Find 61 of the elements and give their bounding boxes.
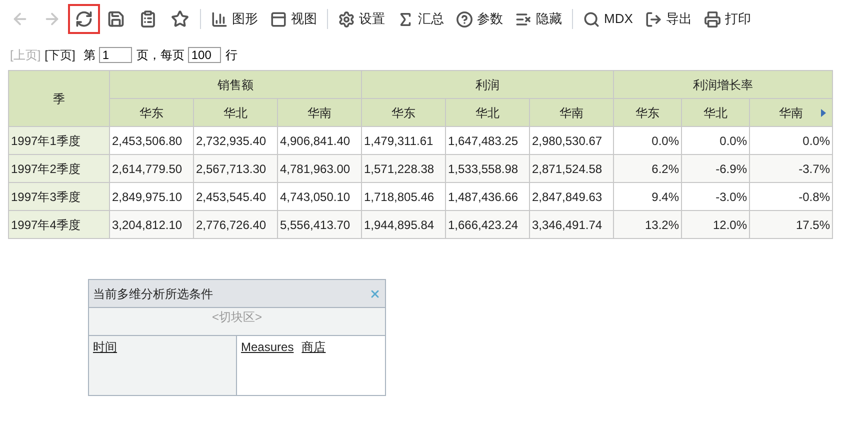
table-cell: 3,204,812.10 <box>110 210 194 238</box>
column-header: 华北 <box>446 98 530 126</box>
toolbar-button[interactable]: 参数 <box>450 4 509 34</box>
toolbar-button[interactable]: 设置 <box>332 4 391 34</box>
column-header: 华南 <box>750 98 832 126</box>
column-header: 华北 <box>194 98 278 126</box>
clipboard-icon <box>139 10 157 28</box>
toolbar-button[interactable]: 汇总 <box>391 4 450 34</box>
list-x-icon <box>515 10 532 28</box>
table-cell: 2,776,726.40 <box>194 210 278 238</box>
toolbar-button[interactable]: 视图 <box>264 4 323 34</box>
column-header: 华东 <box>614 98 682 126</box>
column-header: 华东 <box>110 98 194 126</box>
page-field[interactable]: 1 <box>99 47 132 63</box>
toolbar-button[interactable] <box>68 4 100 34</box>
column-header: 华南 <box>530 98 614 126</box>
rows-label: 行 <box>225 47 238 64</box>
printer-icon <box>704 10 721 28</box>
window-icon <box>270 10 287 28</box>
column-header: 华北 <box>682 98 750 126</box>
settings-icon <box>338 10 355 28</box>
table-cell: 13.2% <box>614 210 682 238</box>
table-cell: 12.0% <box>682 210 750 238</box>
question-icon <box>456 10 473 28</box>
table-cell: 1,944,895.84 <box>362 210 446 238</box>
bar-chart-icon <box>211 10 228 28</box>
row-header: 1997年3季度 <box>8 182 110 210</box>
refresh-icon <box>75 10 93 28</box>
table-cell: 1,666,423.24 <box>446 210 530 238</box>
dimension-link[interactable]: 商店 <box>302 338 326 356</box>
column-header: 利润 <box>362 70 614 98</box>
toolbar-button[interactable]: 隐藏 <box>509 4 568 34</box>
page-label: 第 <box>83 47 96 64</box>
per-page-label: 页，每页 <box>136 47 184 64</box>
column-header: 利润增长率 <box>614 70 832 98</box>
column-header: 华南 <box>278 98 362 126</box>
panel-title: 当前多维分析所选条件 <box>93 286 213 302</box>
row-header: 1997年2季度 <box>8 154 110 182</box>
toolbar-button[interactable]: 导出 <box>638 4 698 34</box>
column-header: 季 <box>8 70 110 126</box>
table-cell: 5,556,413.70 <box>278 210 362 238</box>
row-header: 1997年1季度 <box>8 126 110 154</box>
row-header: 1997年4季度 <box>8 210 110 238</box>
search-icon <box>583 10 600 28</box>
table-cell: 3,346,491.74 <box>530 210 614 238</box>
toolbar-button[interactable]: 图形 <box>205 4 264 34</box>
save-icon <box>107 10 125 28</box>
column-header: 销售额 <box>110 70 362 98</box>
slicer-area: <切块区> <box>89 308 385 336</box>
star-icon <box>171 10 189 28</box>
next-page-link[interactable]: [下页] <box>44 46 76 64</box>
dimension-link[interactable]: Measures <box>241 338 294 356</box>
column-header: 华东 <box>362 98 446 126</box>
dimension-link[interactable]: 时间 <box>93 338 117 356</box>
expand-arrow-icon[interactable] <box>821 109 826 117</box>
arrow-right-icon <box>43 10 61 28</box>
table-cell: 17.5% <box>750 210 832 238</box>
toolbar-button[interactable]: 打印 <box>698 4 757 34</box>
rows-per-page-field[interactable]: 100 <box>188 47 222 63</box>
toolbar-button[interactable]: MDX <box>577 4 639 34</box>
export-icon <box>644 10 662 28</box>
